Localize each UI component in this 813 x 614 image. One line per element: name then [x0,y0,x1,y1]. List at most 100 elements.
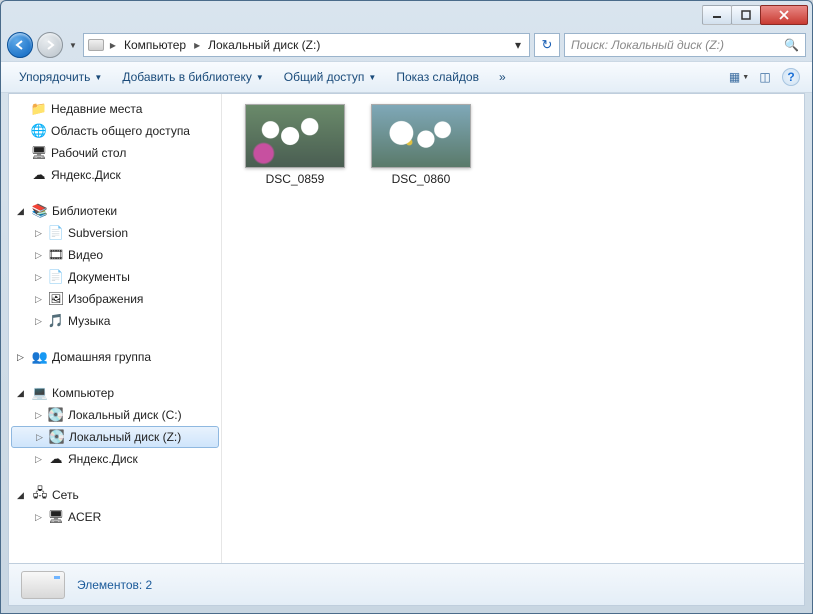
sidebar-item-recent[interactable]: 📁 Недавние места [9,98,221,120]
sidebar-item-music[interactable]: ▷🎵Музыка [9,310,221,332]
tree-label: Яндекс.Диск [51,168,121,182]
expand-icon[interactable]: ▷ [33,250,44,261]
expand-icon[interactable]: ◢ [17,206,28,217]
file-list[interactable]: DSC_0859 DSC_0860 [227,94,804,563]
maximize-button[interactable] [731,5,761,25]
expand-icon[interactable]: ▷ [33,454,44,465]
share-button[interactable]: Общий доступ▼ [276,66,385,88]
drive-icon: 💽 [48,407,64,423]
expand-icon[interactable]: ▷ [33,272,44,283]
tree-label: Компьютер [52,386,114,400]
addlib-label: Добавить в библиотеку [122,70,252,84]
expand-icon[interactable]: ▷ [34,432,45,443]
close-button[interactable] [760,5,808,25]
sidebar-item-drive-c[interactable]: ▷ 💽 Локальный диск (C:) [9,404,221,426]
refresh-icon: ↻ [542,37,553,53]
sidebar-item-network-acer[interactable]: ▷🖥ACER [9,506,221,528]
homegroup-icon: 👥 [32,349,48,365]
address-dropdown[interactable]: ▾ [507,38,529,52]
share-label: Общий доступ [284,70,365,84]
folder-icon: 📁 [31,101,47,117]
expand-icon[interactable]: ▷ [33,410,44,421]
explorer-window: ▼ ▸ Компьютер ▸ Локальный диск (Z:) ▾ ↻ … [0,0,813,614]
sidebar-item-public[interactable]: 🌐Область общего доступа [9,120,221,142]
history-dropdown[interactable]: ▼ [69,41,77,50]
chevron-down-icon: ▼ [94,73,102,82]
breadcrumb-drive[interactable]: Локальный диск (Z:) [202,34,326,56]
tree-label: Локальный диск (C:) [68,408,182,422]
cloud-icon: ☁ [48,451,64,467]
tree-label: Яндекс.Диск [68,452,138,466]
expand-icon[interactable]: ◢ [17,490,28,501]
add-to-library-button[interactable]: Добавить в библиотеку▼ [114,66,271,88]
sidebar-group-libraries[interactable]: ◢📚Библиотеки [9,200,221,222]
network-icon: 🖧 [32,487,48,503]
tree-label: Недавние места [51,102,142,116]
drive-icon [88,39,104,51]
more-label: » [499,70,506,84]
tree-label: Музыка [68,314,110,328]
forward-button[interactable] [37,32,63,58]
address-bar[interactable]: ▸ Компьютер ▸ Локальный диск (Z:) ▾ [83,33,530,57]
file-item[interactable]: DSC_0859 [241,104,349,186]
sidebar-item-yandex-drive[interactable]: ▷ ☁ Яндекс.Диск [9,448,221,470]
sidebar-item-yandex-disk[interactable]: ☁Яндекс.Диск [9,164,221,186]
computer-icon: 💻 [32,385,48,401]
doc-icon: 📄 [48,269,64,285]
file-item[interactable]: DSC_0860 [367,104,475,186]
sidebar-item-drive-z[interactable]: ▷ 💽 Локальный диск (Z:) [11,426,219,448]
expand-icon[interactable]: ◢ [17,388,28,399]
view-icon: ▦ [729,70,740,84]
expand-icon[interactable]: ▷ [17,352,28,363]
refresh-button[interactable]: ↻ [534,33,560,57]
drive-icon [21,571,65,599]
tree-label: Библиотеки [52,204,117,218]
sidebar-item-documents[interactable]: ▷ 📄 Документы [9,266,221,288]
tree-label: Домашняя группа [52,350,151,364]
sidebar-item-subversion[interactable]: ▷ 📄 Subversion [9,222,221,244]
search-input[interactable]: Поиск: Локальный диск (Z:) 🔍 [564,33,806,57]
sidebar-item-desktop[interactable]: 🖥Рабочий стол [9,142,221,164]
desktop-icon: 🖥 [31,145,47,161]
pictures-icon: 🖼 [48,291,64,307]
tree-label: Subversion [68,226,128,240]
breadcrumb-sep-icon: ▸ [108,38,118,52]
expand-icon[interactable]: ▷ [33,512,44,523]
doc-icon: 📄 [48,225,64,241]
status-elements-count: Элементов: 2 [77,578,152,592]
chevron-down-icon: ▼ [368,73,376,82]
tree-label: Локальный диск (Z:) [69,430,181,444]
expand-icon[interactable]: ▷ [33,294,44,305]
file-name: DSC_0859 [266,172,325,186]
back-button[interactable] [7,32,33,58]
organize-button[interactable]: Упорядочить ▼ [11,66,110,88]
help-button[interactable]: ? [780,66,802,88]
file-name: DSC_0860 [392,172,451,186]
search-icon: 🔍 [784,38,799,52]
body: 📁Недавние места 🌐Область общего доступа … [8,93,805,564]
navigation-pane[interactable]: 📁Недавние места 🌐Область общего доступа … [9,94,221,563]
organize-label: Упорядочить [19,70,90,84]
expand-icon[interactable]: ▷ [33,316,44,327]
slideshow-button[interactable]: Показ слайдов [388,66,487,88]
arrow-left-icon [14,39,26,51]
sidebar-item-videos[interactable]: ▷🎞Видео [9,244,221,266]
drive-icon: 💽 [49,429,65,445]
tree-label: Документы [68,270,130,284]
window-controls [703,5,808,25]
sidebar-group-homegroup[interactable]: ▷ 👥 Домашняя группа [9,346,221,368]
expand-icon[interactable]: ▷ [33,228,44,239]
globe-icon: 🌐 [31,123,47,139]
nav-row: ▼ ▸ Компьютер ▸ Локальный диск (Z:) ▾ ↻ … [1,29,812,61]
more-button[interactable]: » [491,66,514,88]
sidebar-group-network[interactable]: ◢🖧Сеть [9,484,221,506]
file-thumbnail [371,104,471,168]
sidebar-item-pictures[interactable]: ▷🖼Изображения [9,288,221,310]
preview-pane-button[interactable]: ◫ [754,66,776,88]
minimize-button[interactable] [702,5,732,25]
preview-pane-icon: ◫ [759,70,770,84]
status-bar: Элементов: 2 [8,564,805,606]
sidebar-group-computer[interactable]: ◢ 💻 Компьютер [9,382,221,404]
breadcrumb-computer[interactable]: Компьютер [118,34,192,56]
view-mode-button[interactable]: ▦▼ [728,66,750,88]
